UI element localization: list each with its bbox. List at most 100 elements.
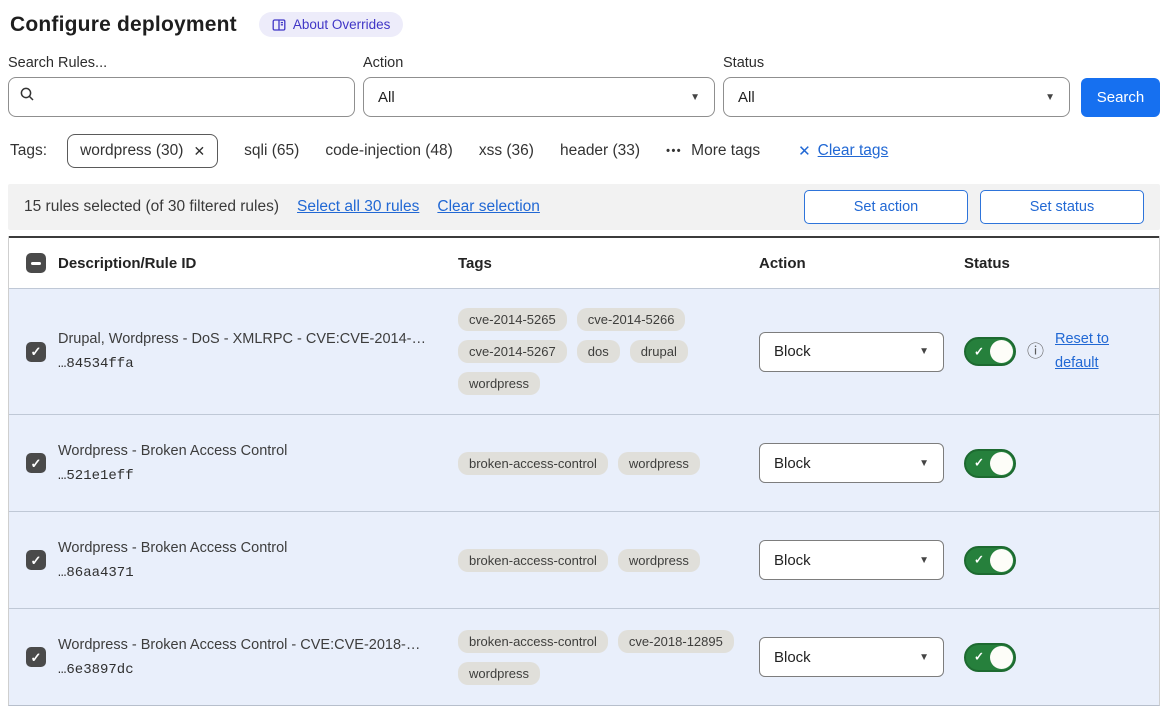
table-row: ✓ Wordpress - Broken Access Control …521… [9, 414, 1159, 511]
clear-tags-button[interactable]: ✕ Clear tags [798, 142, 888, 160]
tag-pill: broken-access-control [458, 630, 608, 653]
tag-pill: wordpress [458, 372, 540, 395]
more-tags-button[interactable]: ••• More tags [666, 142, 760, 160]
close-icon: ✕ [798, 142, 811, 160]
selection-summary: 15 rules selected (of 30 filtered rules) [24, 198, 279, 216]
status-filter: Status All ▼ [723, 55, 1070, 117]
rule-status-toggle[interactable]: ✓ [964, 546, 1016, 575]
tag-pill: wordpress [618, 549, 700, 572]
info-icon[interactable]: ⓘ [1027, 343, 1044, 360]
chevron-down-icon: ▼ [919, 458, 929, 469]
about-overrides-badge[interactable]: About Overrides [259, 12, 404, 37]
rule-description: Wordpress - Broken Access Control [58, 443, 444, 459]
rule-tags: cve-2014-5265 cve-2014-5266 cve-2014-526… [458, 308, 759, 395]
search-button[interactable]: Search [1081, 78, 1160, 117]
reset-to-default-link[interactable]: Reset to default [1055, 328, 1117, 376]
book-icon [272, 18, 286, 32]
tag-option-header[interactable]: header (33) [560, 142, 640, 160]
status-filter-label: Status [723, 55, 1070, 71]
column-header-description: Description/Rule ID [58, 255, 458, 272]
indeterminate-mark [31, 262, 41, 265]
table-row: ✓ Wordpress - Broken Access Control …86a… [9, 511, 1159, 608]
tag-pill: broken-access-control [458, 452, 608, 475]
column-header-action: Action [759, 255, 964, 272]
set-action-button[interactable]: Set action [804, 190, 968, 224]
toggle-knob [990, 549, 1013, 572]
action-filter-value: All [378, 89, 395, 106]
toggle-knob [990, 452, 1013, 475]
search-rules-input[interactable] [44, 89, 344, 106]
check-icon: ✓ [974, 456, 984, 470]
search-icon [19, 86, 36, 108]
row-checkbox[interactable]: ✓ [26, 550, 46, 570]
search-rules-label: Search Rules... [8, 55, 355, 71]
check-icon: ✓ [31, 457, 42, 470]
row-checkbox[interactable]: ✓ [26, 647, 46, 667]
rule-action-select[interactable]: Block ▼ [759, 540, 944, 580]
rule-tags: broken-access-control wordpress [458, 452, 759, 475]
tag-option-sqli[interactable]: sqli (65) [244, 142, 299, 160]
rule-description: Drupal, Wordpress - DoS - XMLRPC - CVE:C… [58, 331, 444, 347]
search-box[interactable] [8, 77, 355, 117]
rule-action-value: Block [774, 455, 811, 472]
rule-status-toggle[interactable]: ✓ [964, 643, 1016, 672]
tag-pill: broken-access-control [458, 549, 608, 572]
rule-description: Wordpress - Broken Access Control - CVE:… [58, 637, 444, 653]
tag-pill: cve-2014-5267 [458, 340, 567, 363]
row-checkbox[interactable]: ✓ [26, 453, 46, 473]
tag-option-xss[interactable]: xss (36) [479, 142, 534, 160]
tag-pill: cve-2014-5265 [458, 308, 567, 331]
tag-pill: drupal [630, 340, 688, 363]
rule-tags: broken-access-control cve-2018-12895 wor… [458, 630, 759, 685]
about-overrides-label: About Overrides [293, 17, 391, 32]
select-all-link[interactable]: Select all 30 rules [297, 198, 419, 216]
filter-bar: Search Rules... Action All ▼ Status [8, 47, 1160, 117]
action-filter: Action All ▼ [363, 55, 715, 117]
tag-pill: wordpress [618, 452, 700, 475]
row-checkbox[interactable]: ✓ [26, 342, 46, 362]
configure-deployment-page: Configure deployment About Overrides Sea… [0, 0, 1167, 706]
rule-status-toggle[interactable]: ✓ [964, 337, 1016, 366]
rule-id: …6e3897dc [58, 662, 444, 678]
clear-tags-label: Clear tags [818, 142, 889, 160]
remove-tag-icon[interactable]: ✕ [193, 143, 205, 160]
rule-action-select[interactable]: Block ▼ [759, 443, 944, 483]
rule-description: Wordpress - Broken Access Control [58, 540, 444, 556]
clear-selection-link[interactable]: Clear selection [437, 198, 540, 216]
select-all-checkbox[interactable] [26, 253, 46, 273]
status-filter-value: All [738, 89, 755, 106]
rule-action-value: Block [774, 552, 811, 569]
rule-action-value: Block [774, 649, 811, 666]
page-header: Configure deployment About Overrides [8, 10, 1160, 47]
status-filter-select[interactable]: All ▼ [723, 77, 1070, 117]
column-header-tags: Tags [458, 255, 759, 272]
column-header-status: Status [964, 255, 1159, 272]
ellipsis-icon: ••• [666, 145, 682, 157]
chevron-down-icon: ▼ [919, 652, 929, 663]
table-row: ✓ Wordpress - Broken Access Control - CV… [9, 608, 1159, 705]
page-title: Configure deployment [10, 13, 237, 37]
more-tags-label: More tags [691, 142, 760, 160]
rule-id: …84534ffa [58, 356, 444, 372]
selection-bar: 15 rules selected (of 30 filtered rules)… [8, 184, 1160, 230]
rule-action-value: Block [774, 343, 811, 360]
tag-pill: dos [577, 340, 620, 363]
toggle-knob [990, 340, 1013, 363]
check-icon: ✓ [31, 651, 42, 664]
toggle-knob [990, 646, 1013, 669]
chevron-down-icon: ▼ [690, 92, 700, 103]
tags-label: Tags: [10, 142, 47, 160]
selected-tag-wordpress[interactable]: wordpress (30) ✕ [67, 134, 218, 168]
action-filter-select[interactable]: All ▼ [363, 77, 715, 117]
set-status-button[interactable]: Set status [980, 190, 1144, 224]
table-row: ✓ Drupal, Wordpress - DoS - XMLRPC - CVE… [9, 288, 1159, 414]
action-filter-label: Action [363, 55, 715, 71]
rule-action-select[interactable]: Block ▼ [759, 332, 944, 372]
check-icon: ✓ [974, 650, 984, 664]
rule-id: …521e1eff [58, 468, 444, 484]
selected-tag-label: wordpress (30) [80, 142, 183, 160]
rule-action-select[interactable]: Block ▼ [759, 637, 944, 677]
rule-status-toggle[interactable]: ✓ [964, 449, 1016, 478]
tag-option-code-injection[interactable]: code-injection (48) [325, 142, 453, 160]
rule-id: …86aa4371 [58, 565, 444, 581]
